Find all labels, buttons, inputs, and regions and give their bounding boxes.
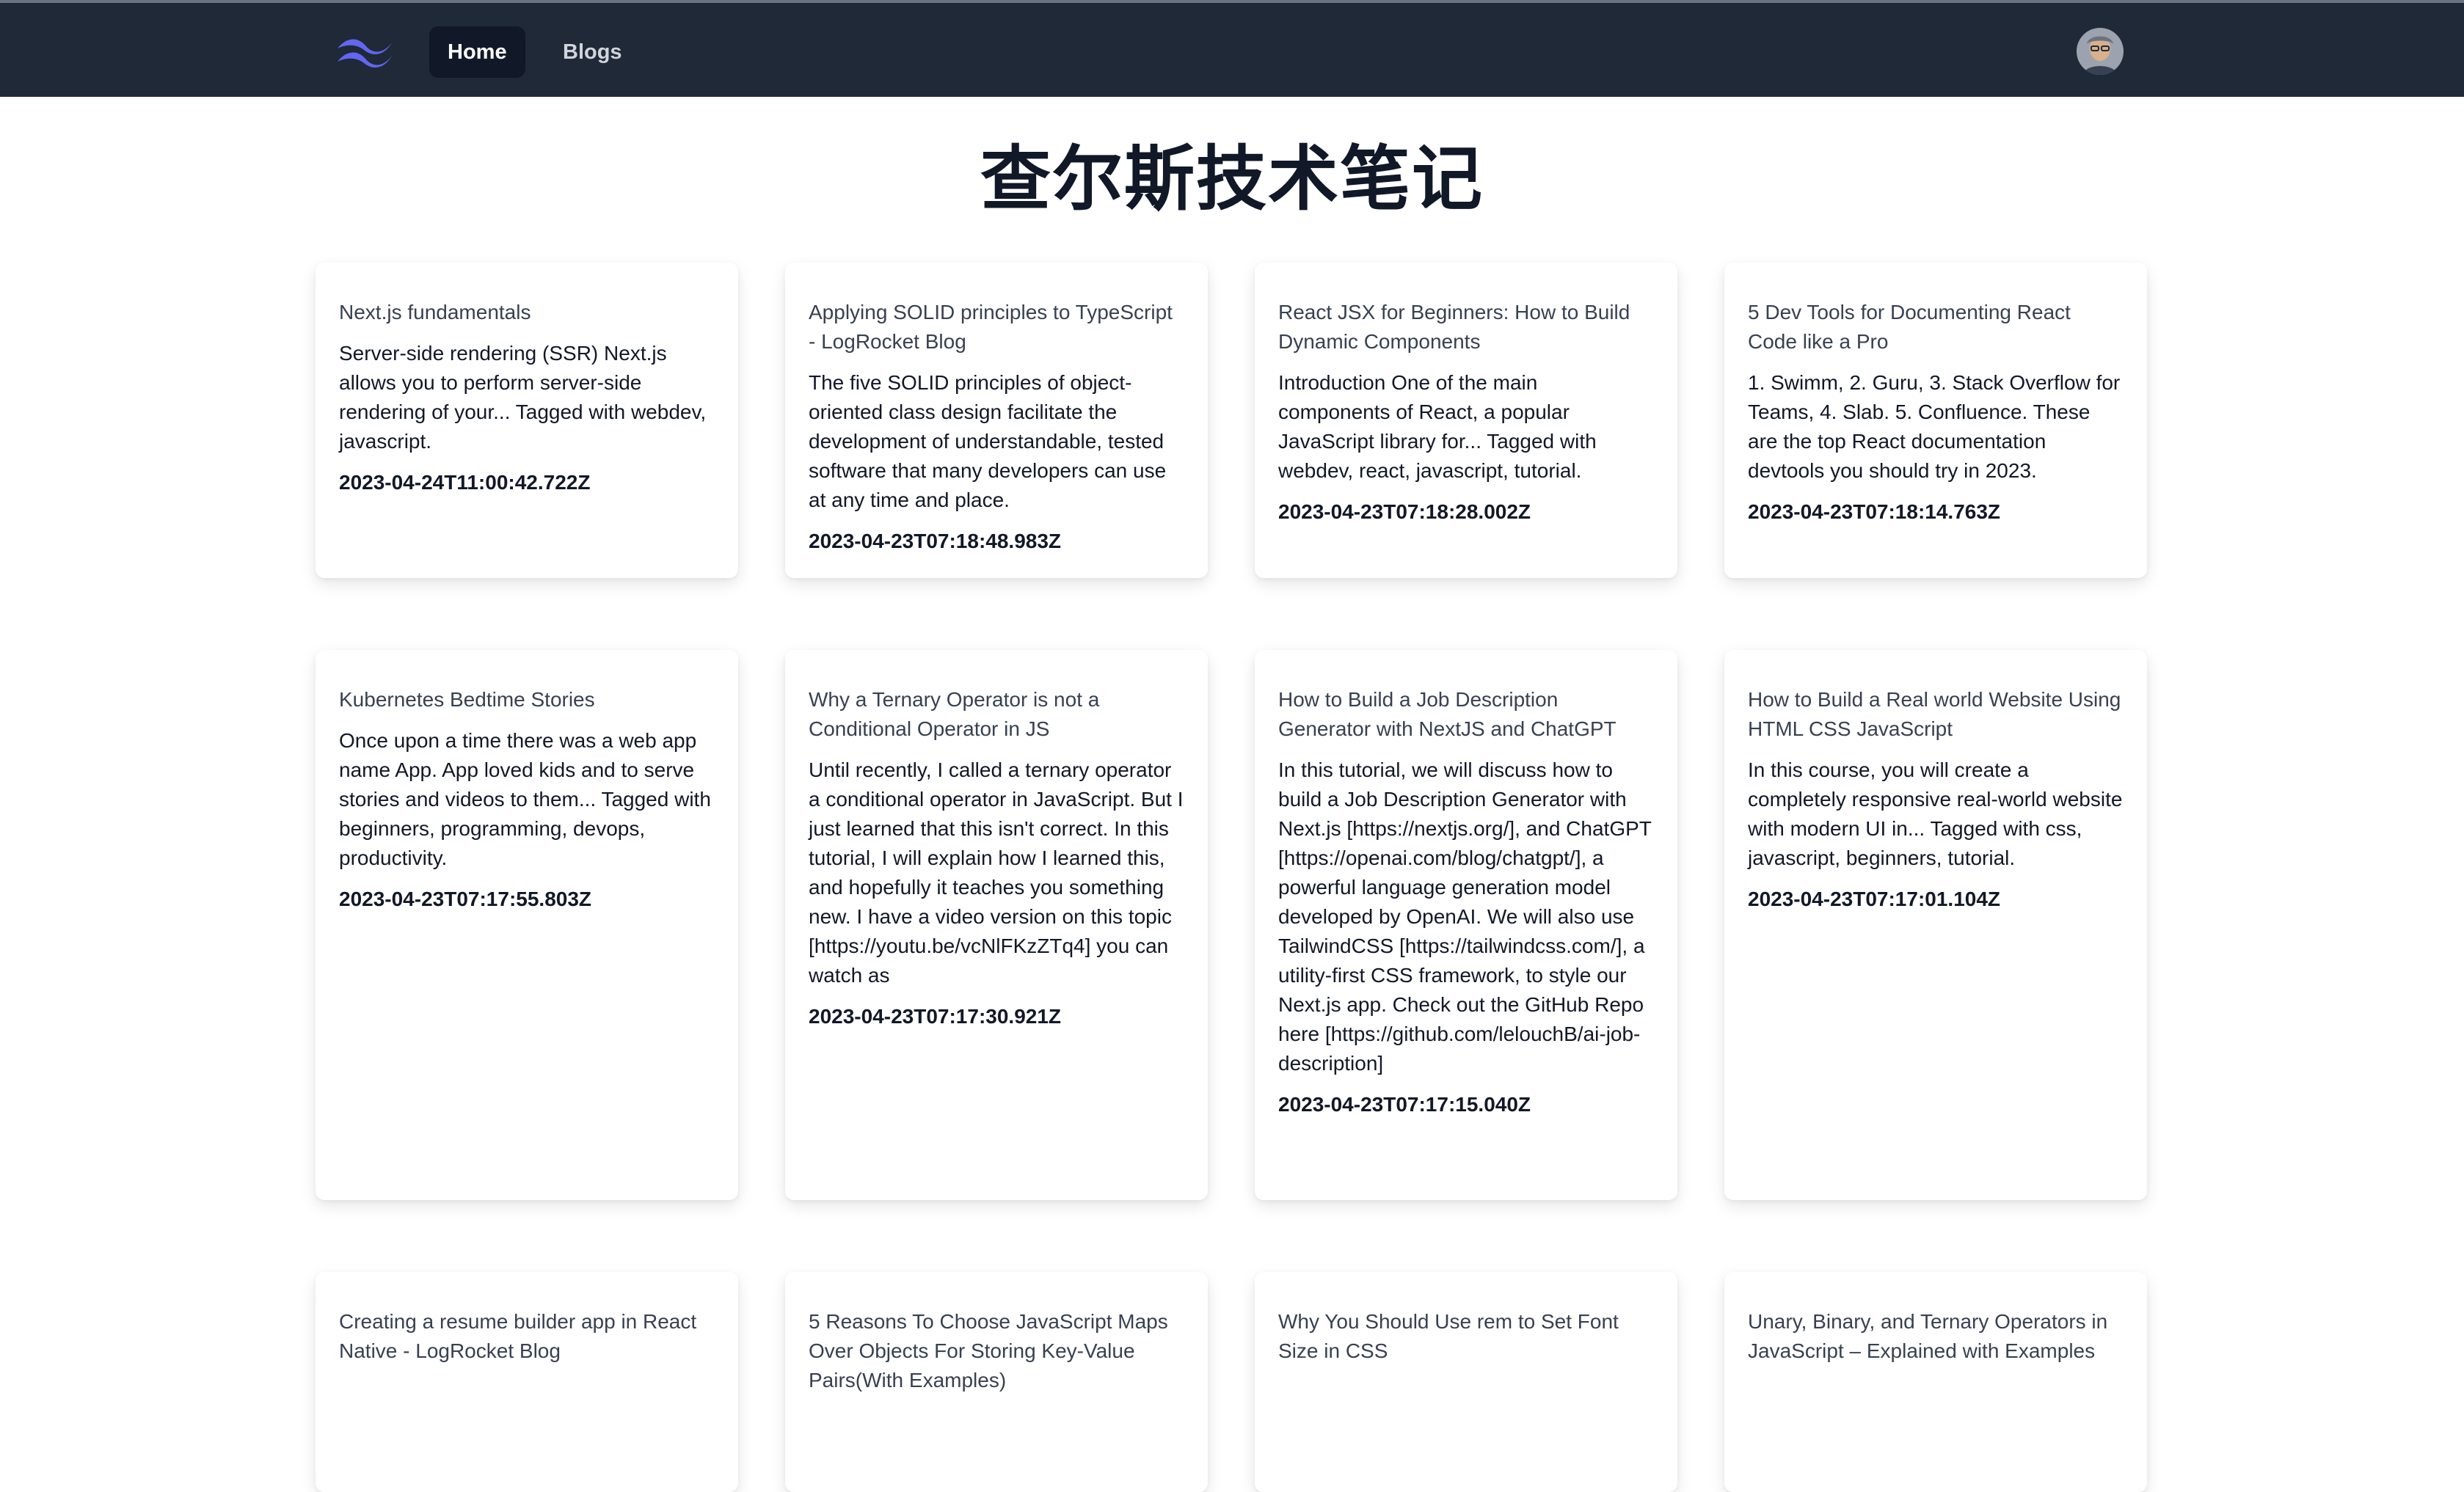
card-title[interactable]: How to Build a Job Description Generator…	[1278, 685, 1654, 744]
card-title[interactable]: Kubernetes Bedtime Stories	[339, 685, 715, 714]
card-title[interactable]: How to Build a Real world Website Using …	[1748, 685, 2124, 744]
card-date: 2023-04-23T07:17:01.104Z	[1748, 888, 2001, 910]
card-date: 2023-04-23T07:17:15.040Z	[1278, 1093, 1531, 1116]
blog-card[interactable]: Creating a resume builder app in React N…	[316, 1272, 738, 1492]
card-title[interactable]: 5 Reasons To Choose JavaScript Maps Over…	[809, 1307, 1184, 1395]
card-description: Server-side rendering (SSR) Next.js allo…	[339, 342, 707, 453]
card-title[interactable]: Why You Should Use rem to Set Font Size …	[1278, 1307, 1654, 1366]
blog-card[interactable]: 5 Reasons To Choose JavaScript Maps Over…	[785, 1272, 1208, 1492]
card-date: 2023-04-23T07:17:55.803Z	[339, 888, 592, 910]
blog-card[interactable]: Why You Should Use rem to Set Font Size …	[1255, 1272, 1677, 1492]
card-description: Introduction One of the main components …	[1278, 371, 1597, 482]
blog-card[interactable]: Applying SOLID principles to TypeScript …	[785, 263, 1208, 578]
page-title: 查尔斯技术笔记	[980, 140, 1484, 219]
card-date: 2023-04-24T11:00:42.722Z	[339, 471, 591, 494]
blog-card[interactable]: Unary, Binary, and Ternary Operators in …	[1724, 1272, 2147, 1492]
blog-card[interactable]: How to Build a Job Description Generator…	[1255, 650, 1677, 1200]
card-description: Once upon a time there was a web app nam…	[339, 729, 711, 869]
nav-item-home[interactable]: Home	[429, 26, 525, 78]
blog-card[interactable]: React JSX for Beginners: How to Build Dy…	[1255, 263, 1677, 578]
card-title[interactable]: Unary, Binary, and Ternary Operators in …	[1748, 1307, 2124, 1366]
blog-card[interactable]: Next.js fundamentals Server-side renderi…	[316, 263, 738, 578]
card-date: 2023-04-23T07:18:28.002Z	[1278, 500, 1531, 523]
card-date: 2023-04-23T07:18:48.983Z	[809, 530, 1062, 552]
card-description: Until recently, I called a ternary opera…	[809, 758, 1184, 987]
navbar: Home Blogs	[0, 3, 2464, 97]
card-title[interactable]: Applying SOLID principles to TypeScript …	[809, 298, 1184, 356]
card-date: 2023-04-23T07:18:14.763Z	[1748, 500, 2001, 523]
blog-card[interactable]: How to Build a Real world Website Using …	[1724, 650, 2147, 1200]
blog-card[interactable]: 5 Dev Tools for Documenting React Code l…	[1724, 263, 2147, 578]
user-avatar[interactable]	[2077, 28, 2124, 75]
card-title[interactable]: Creating a resume builder app in React N…	[339, 1307, 715, 1366]
tailwind-logo-icon[interactable]	[336, 32, 393, 70]
card-description: In this course, you will create a comple…	[1748, 758, 2123, 869]
card-description: The five SOLID principles of object-orie…	[809, 371, 1167, 511]
card-title[interactable]: 5 Dev Tools for Documenting React Code l…	[1748, 298, 2124, 356]
card-title[interactable]: React JSX for Beginners: How to Build Dy…	[1278, 298, 1654, 356]
blog-card[interactable]: Why a Ternary Operator is not a Conditio…	[785, 650, 1208, 1200]
card-description: In this tutorial, we will discuss how to…	[1278, 758, 1652, 1075]
card-description: 1. Swimm, 2. Guru, 3. Stack Overflow for…	[1748, 371, 2121, 482]
card-title[interactable]: Why a Ternary Operator is not a Conditio…	[809, 685, 1184, 744]
card-title[interactable]: Next.js fundamentals	[339, 298, 715, 327]
nav-item-blogs[interactable]: Blogs	[544, 26, 641, 78]
blog-card[interactable]: Kubernetes Bedtime Stories Once upon a t…	[316, 650, 738, 1200]
card-date: 2023-04-23T07:17:30.921Z	[809, 1005, 1062, 1028]
